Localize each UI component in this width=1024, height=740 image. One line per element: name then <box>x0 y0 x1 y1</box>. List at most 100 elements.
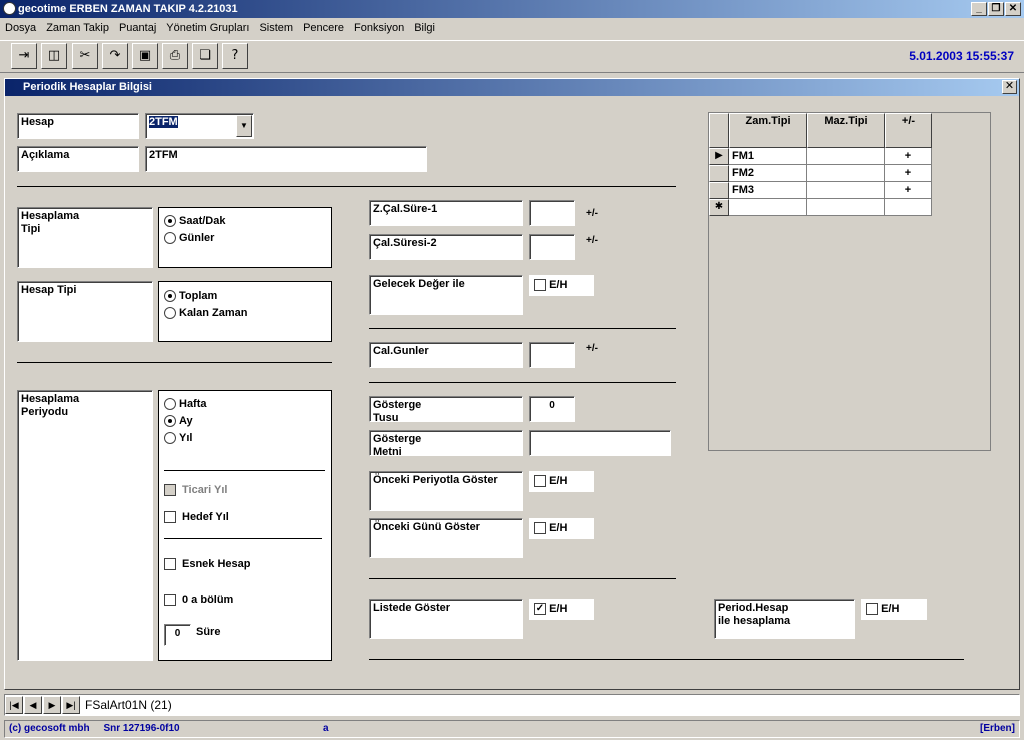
record-name: FSalArt01N (21) <box>85 698 172 712</box>
prev-record-icon[interactable]: ◀ <box>24 696 42 714</box>
menu-sistem[interactable]: Sistem <box>254 19 298 38</box>
menu-fonksiyon[interactable]: Fonksiyon <box>349 19 409 38</box>
menu-puantaj[interactable]: Puantaj <box>114 19 161 38</box>
status-user: [Erben] <box>980 723 1015 734</box>
checkmark-icon: ✓ <box>534 603 546 616</box>
close-child-button[interactable]: ✕ <box>1002 80 1017 94</box>
gosterge-metni-input[interactable] <box>529 430 671 456</box>
row-selector[interactable] <box>709 182 729 199</box>
checkbox-icon <box>164 484 176 497</box>
radio-saat-dak[interactable]: Saat/Dak <box>164 213 225 229</box>
redo-icon[interactable]: ↷ <box>102 43 128 69</box>
chevron-down-icon[interactable]: ▼ <box>236 115 252 137</box>
gosterge-metni-label: Gösterge Metni <box>369 430 523 456</box>
onceki-gunu-checkbox[interactable]: E/H <box>529 518 594 539</box>
cal-suresi-2-input[interactable] <box>529 234 575 260</box>
grid-cell[interactable] <box>807 165 885 182</box>
divider <box>369 659 964 660</box>
cut-icon[interactable]: ✂ <box>72 43 98 69</box>
radio-gunler[interactable]: Günler <box>164 230 214 246</box>
last-record-icon[interactable]: ▶| <box>62 696 80 714</box>
period-hesap-checkbox[interactable]: E/H <box>861 599 927 620</box>
ticari-yil-label: Ticari Yıl <box>182 484 228 496</box>
aciklama-label: Açıklama <box>17 146 139 172</box>
grid-cell[interactable] <box>729 199 807 216</box>
save-icon[interactable]: ▣ <box>132 43 158 69</box>
exit-icon[interactable]: ⇥ <box>11 43 37 69</box>
onceki-periyotla-checkbox[interactable]: E/H <box>529 471 594 492</box>
grid-header-zam-tipi[interactable]: Zam.Tipi <box>729 113 807 148</box>
aciklama-input[interactable]: 2TFM <box>145 146 427 172</box>
listede-goster-checkbox[interactable]: ✓ E/H <box>529 599 594 620</box>
plus-minus-label: +/- <box>586 235 598 246</box>
restore-button[interactable]: ❐ <box>988 2 1004 16</box>
radio-gunler-label: Günler <box>179 232 215 244</box>
close-app-button[interactable]: ✕ <box>1005 2 1021 16</box>
minimize-button[interactable]: _ <box>971 2 987 16</box>
checkbox-0-a-bolum[interactable]: 0 a bölüm <box>164 592 233 608</box>
radio-icon <box>164 398 176 411</box>
menu-bilgi[interactable]: Bilgi <box>409 19 440 38</box>
grid-cell[interactable] <box>807 199 885 216</box>
radio-selected-icon <box>164 415 176 428</box>
radio-ay[interactable]: Ay <box>164 413 193 429</box>
plus-minus-label: +/- <box>586 208 598 219</box>
toggle-icon[interactable]: ◫ <box>41 43 67 69</box>
checkbox-ticari-yil[interactable]: Ticari Yıl <box>164 482 227 498</box>
divider <box>17 186 676 187</box>
help-icon[interactable]: ? <box>222 43 248 69</box>
radio-kalan-zaman[interactable]: Kalan Zaman <box>164 305 247 321</box>
grid-cell[interactable] <box>885 199 932 216</box>
sure-input[interactable]: 0 <box>164 624 191 646</box>
grid-cell[interactable]: FM3 <box>729 182 807 199</box>
current-row-arrow-icon[interactable]: ▶ <box>709 148 729 165</box>
grid-cell[interactable] <box>807 182 885 199</box>
grid-header-plus-minus[interactable]: +/- <box>885 113 932 148</box>
copy-icon[interactable]: ❏ <box>192 43 218 69</box>
periyod-label: Hesaplama Periyodu <box>17 390 153 661</box>
hesap-tipi-label: Hesap Tipi <box>17 281 153 342</box>
gelecek-eh-checkbox[interactable]: E/H <box>529 275 594 296</box>
divider <box>17 362 332 363</box>
checkbox-hedef-yil[interactable]: Hedef Yıl <box>164 509 229 525</box>
onceki-periyotla-label: Önceki Periyotla Göster <box>369 471 523 511</box>
hesap-label: Hesap <box>17 113 139 139</box>
menu-dosya[interactable]: Dosya <box>0 19 41 38</box>
clock-icon <box>3 2 16 15</box>
grid-cell[interactable]: + <box>885 165 932 182</box>
zcal-sure-1-input[interactable] <box>529 200 575 226</box>
print-icon[interactable]: ⎙ <box>162 43 188 69</box>
menu-yonetim-gruplari[interactable]: Yönetim Grupları <box>161 19 254 38</box>
gosterge-tusu-input[interactable]: 0 <box>529 396 575 422</box>
first-record-icon[interactable]: |◀ <box>5 696 23 714</box>
menu-pencere[interactable]: Pencere <box>298 19 349 38</box>
divider <box>369 328 676 329</box>
grid-header-maz-tipi[interactable]: Maz.Tipi <box>807 113 885 148</box>
cal-gunler-input[interactable] <box>529 342 575 368</box>
radio-yil-label: Yıl <box>179 432 193 444</box>
period-hesap-label: Period.Hesap ile hesaplama <box>714 599 855 639</box>
radio-yil[interactable]: Yıl <box>164 430 192 446</box>
menu-zaman-takip[interactable]: Zaman Takip <box>41 19 114 38</box>
eh-label: E/H <box>549 475 568 487</box>
checkbox-icon <box>164 511 176 524</box>
hesap-value: 2TFM <box>149 116 178 128</box>
radio-saat-label: Saat/Dak <box>179 215 226 227</box>
grid-cell[interactable]: FM1 <box>729 148 807 165</box>
next-record-icon[interactable]: ▶ <box>43 696 61 714</box>
listede-goster-label: Listede Göster <box>369 599 523 639</box>
new-row-icon[interactable]: ✱ <box>709 199 729 216</box>
cal-suresi-2-label: Çal.Süresi-2 <box>369 234 523 260</box>
grid-cell[interactable]: + <box>885 148 932 165</box>
radio-hafta[interactable]: Hafta <box>164 396 207 412</box>
divider <box>164 538 322 539</box>
status-copyright: (c) gecosoft mbh Snr 127196-0f10 <box>9 723 180 734</box>
radio-hafta-label: Hafta <box>179 398 207 410</box>
grid-cell[interactable] <box>807 148 885 165</box>
menubar: Dosya Zaman Takip Puantaj Yönetim Grupları S… <box>0 19 1024 38</box>
radio-toplam[interactable]: Toplam <box>164 288 217 304</box>
checkbox-esnek-hesap[interactable]: Esnek Hesap <box>164 556 250 572</box>
grid-cell[interactable]: FM2 <box>729 165 807 182</box>
grid-cell[interactable]: + <box>885 182 932 199</box>
row-selector[interactable] <box>709 165 729 182</box>
